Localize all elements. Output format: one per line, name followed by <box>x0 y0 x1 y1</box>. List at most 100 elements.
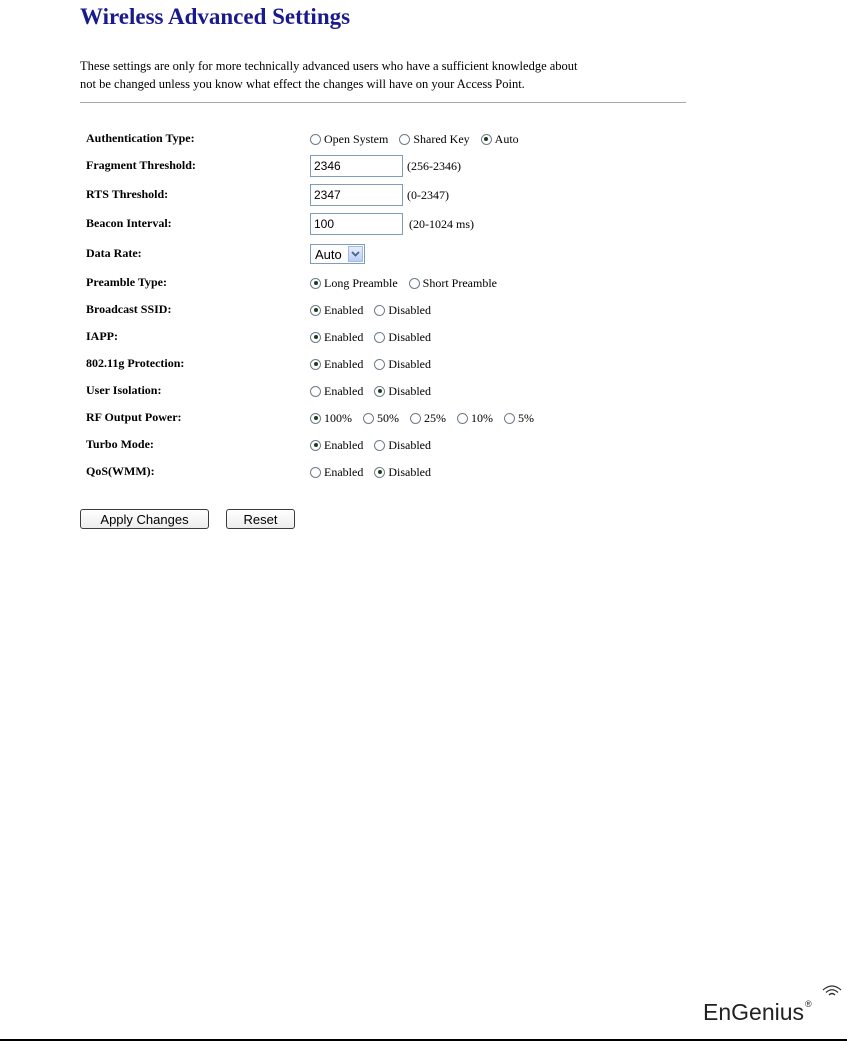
radio-label: Disabled <box>388 302 431 317</box>
iapp-label: IAPP: <box>86 329 118 343</box>
radio-label: Enabled <box>324 437 364 452</box>
radio-label: Enabled <box>324 464 364 479</box>
radio-long-preamble[interactable]: Long Preamble <box>310 276 398 291</box>
radio-isolation-disabled[interactable]: Disabled <box>374 384 431 399</box>
radio-power-10[interactable]: 10% <box>457 411 493 426</box>
radio-label: Short Preamble <box>422 275 497 290</box>
radio-label: Auto <box>494 131 519 146</box>
broadcast-ssid-label: Broadcast SSID: <box>86 302 172 316</box>
data-rate-label: Data Rate: <box>86 246 142 260</box>
fragment-threshold-control: (256-2346) <box>310 154 461 178</box>
radio-label: 50% <box>377 410 399 425</box>
iapp-radios: Enabled Disabled <box>310 325 442 349</box>
radio-power-25[interactable]: 25% <box>410 411 446 426</box>
radio-label: Open System <box>324 131 389 146</box>
user-isolation-radios: Enabled Disabled <box>310 379 442 403</box>
data-rate-control: Auto <box>310 242 365 266</box>
radio-shared-key[interactable]: Shared Key <box>399 131 470 147</box>
logo-text: EnGenius® <box>703 999 812 1026</box>
page-title: Wireless Advanced Settings <box>80 4 351 29</box>
row-auth-type: Authentication Type: Open System Shared … <box>86 127 686 151</box>
beacon-interval-control: (20-1024 ms) <box>310 212 474 236</box>
radio-power-5[interactable]: 5% <box>504 411 534 426</box>
rts-threshold-input[interactable] <box>310 184 403 206</box>
radio-label: Enabled <box>324 356 364 371</box>
radio-label: Enabled <box>324 302 364 317</box>
data-rate-select[interactable]: Auto <box>310 244 365 264</box>
intro-line-2: not be changed unless you know what effe… <box>80 77 525 91</box>
row-beacon-interval: Beacon Interval: (20-1024 ms) <box>86 212 686 236</box>
radio-power-100[interactable]: 100% <box>310 411 352 426</box>
brand-name: EnGenius <box>703 999 805 1025</box>
fragment-threshold-input[interactable] <box>310 155 403 177</box>
auth-type-label: Authentication Type: <box>86 131 195 145</box>
beacon-interval-input[interactable] <box>310 213 403 235</box>
user-isolation-label: User Isolation: <box>86 383 162 397</box>
auth-type-radios: Open System Shared Key Auto <box>310 127 530 151</box>
radio-label: Enabled <box>324 383 364 398</box>
radio-protection-disabled[interactable]: Disabled <box>374 357 431 372</box>
row-preamble-type: Preamble Type: Long Preamble Short Pream… <box>86 271 686 295</box>
radio-label: 5% <box>518 410 534 425</box>
apply-changes-button[interactable]: Apply Changes <box>80 509 209 529</box>
radio-label: 100% <box>324 410 352 425</box>
row-fragment-threshold: Fragment Threshold: (256-2346) <box>86 154 686 178</box>
radio-qos-enabled[interactable]: Enabled <box>310 465 363 480</box>
radio-turbo-disabled[interactable]: Disabled <box>374 438 431 453</box>
radio-label: Shared Key <box>413 131 470 146</box>
row-qos-wmm: QoS(WMM): Enabled Disabled <box>86 460 686 484</box>
radio-short-preamble[interactable]: Short Preamble <box>408 275 497 291</box>
radio-label: Enabled <box>324 329 364 344</box>
radio-label: Disabled <box>388 383 431 398</box>
row-80211g-protection: 802.11g Protection: Enabled Disabled <box>86 352 686 376</box>
rts-threshold-label: RTS Threshold: <box>86 187 169 201</box>
chevron-down-icon[interactable] <box>347 246 363 262</box>
radio-turbo-enabled[interactable]: Enabled <box>310 438 363 453</box>
radio-qos-disabled[interactable]: Disabled <box>374 465 431 480</box>
protection-label: 802.11g Protection: <box>86 356 185 370</box>
radio-auto[interactable]: Auto <box>480 131 519 147</box>
rts-threshold-range: (0-2347) <box>407 187 449 202</box>
radio-isolation-enabled[interactable]: Enabled <box>310 384 363 399</box>
preamble-type-label: Preamble Type: <box>86 275 167 289</box>
radio-broadcast-ssid-enabled[interactable]: Enabled <box>310 303 363 318</box>
radio-label: Long Preamble <box>324 275 398 290</box>
beacon-interval-range: (20-1024 ms) <box>409 216 474 231</box>
radio-open-system[interactable]: Open System <box>310 132 388 147</box>
preamble-type-radios: Long Preamble Short Preamble <box>310 271 508 295</box>
radio-label: 10% <box>471 410 493 425</box>
row-broadcast-ssid: Broadcast SSID: Enabled Disabled <box>86 298 686 322</box>
broadcast-ssid-radios: Enabled Disabled <box>310 298 442 322</box>
fragment-threshold-label: Fragment Threshold: <box>86 158 196 172</box>
qos-wmm-radios: Enabled Disabled <box>310 460 442 484</box>
radio-label: Disabled <box>388 464 431 479</box>
intro-text: These settings are only for more technic… <box>80 57 686 97</box>
radio-label: Disabled <box>388 356 431 371</box>
row-user-isolation: User Isolation: Enabled Disabled <box>86 379 686 403</box>
radio-label: Disabled <box>388 329 431 344</box>
wifi-signal-icon <box>822 985 842 996</box>
protection-radios: Enabled Disabled <box>310 352 442 376</box>
row-turbo-mode: Turbo Mode: Enabled Disabled <box>86 433 686 457</box>
radio-protection-enabled[interactable]: Enabled <box>310 357 363 372</box>
qos-wmm-label: QoS(WMM): <box>86 464 155 478</box>
radio-label: Disabled <box>388 437 431 452</box>
divider <box>80 102 686 103</box>
row-data-rate: Data Rate: Auto <box>86 242 686 266</box>
radio-iapp-enabled[interactable]: Enabled <box>310 330 363 345</box>
row-rts-threshold: RTS Threshold: (0-2347) <box>86 183 686 207</box>
radio-broadcast-ssid-disabled[interactable]: Disabled <box>374 303 431 318</box>
radio-power-50[interactable]: 50% <box>363 411 399 426</box>
radio-iapp-disabled[interactable]: Disabled <box>374 330 431 345</box>
row-rf-output-power: RF Output Power: 100% 50% 25% 10% 5% <box>86 406 686 430</box>
fragment-threshold-range: (256-2346) <box>407 158 461 173</box>
data-rate-value: Auto <box>315 246 342 262</box>
engenius-logo: EnGenius® <box>703 980 847 1030</box>
turbo-mode-radios: Enabled Disabled <box>310 433 442 457</box>
beacon-interval-label: Beacon Interval: <box>86 216 172 230</box>
rf-output-power-label: RF Output Power: <box>86 410 182 424</box>
turbo-mode-label: Turbo Mode: <box>86 437 154 451</box>
row-iapp: IAPP: Enabled Disabled <box>86 325 686 349</box>
reset-button[interactable]: Reset <box>226 509 295 529</box>
rf-output-power-radios: 100% 50% 25% 10% 5% <box>310 406 545 430</box>
